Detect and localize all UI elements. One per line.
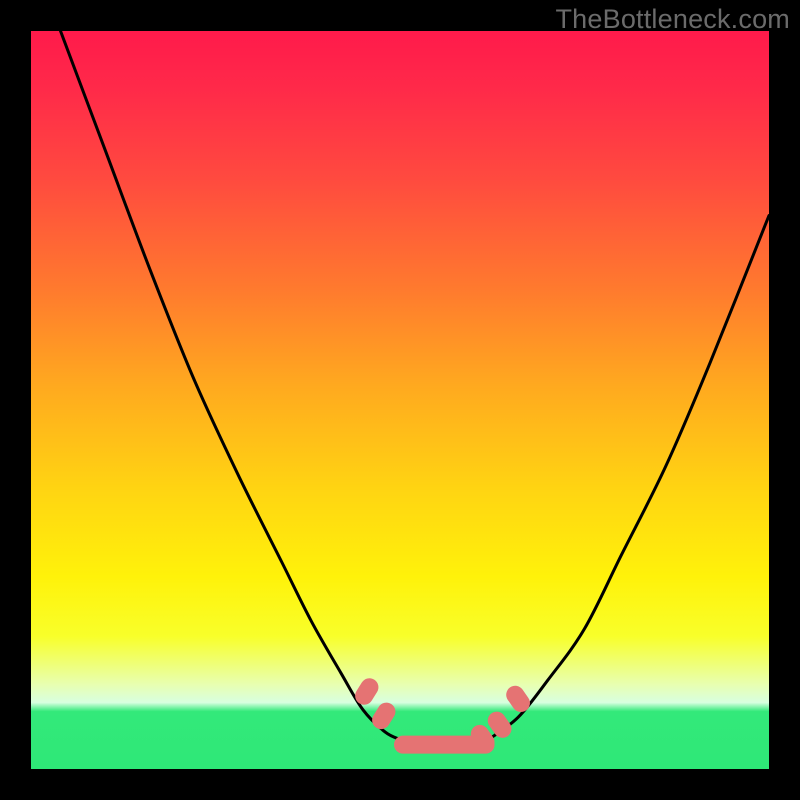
outer-frame: TheBottleneck.com: [0, 0, 800, 800]
plot-area: [31, 31, 769, 769]
watermark-text: TheBottleneck.com: [555, 4, 790, 35]
